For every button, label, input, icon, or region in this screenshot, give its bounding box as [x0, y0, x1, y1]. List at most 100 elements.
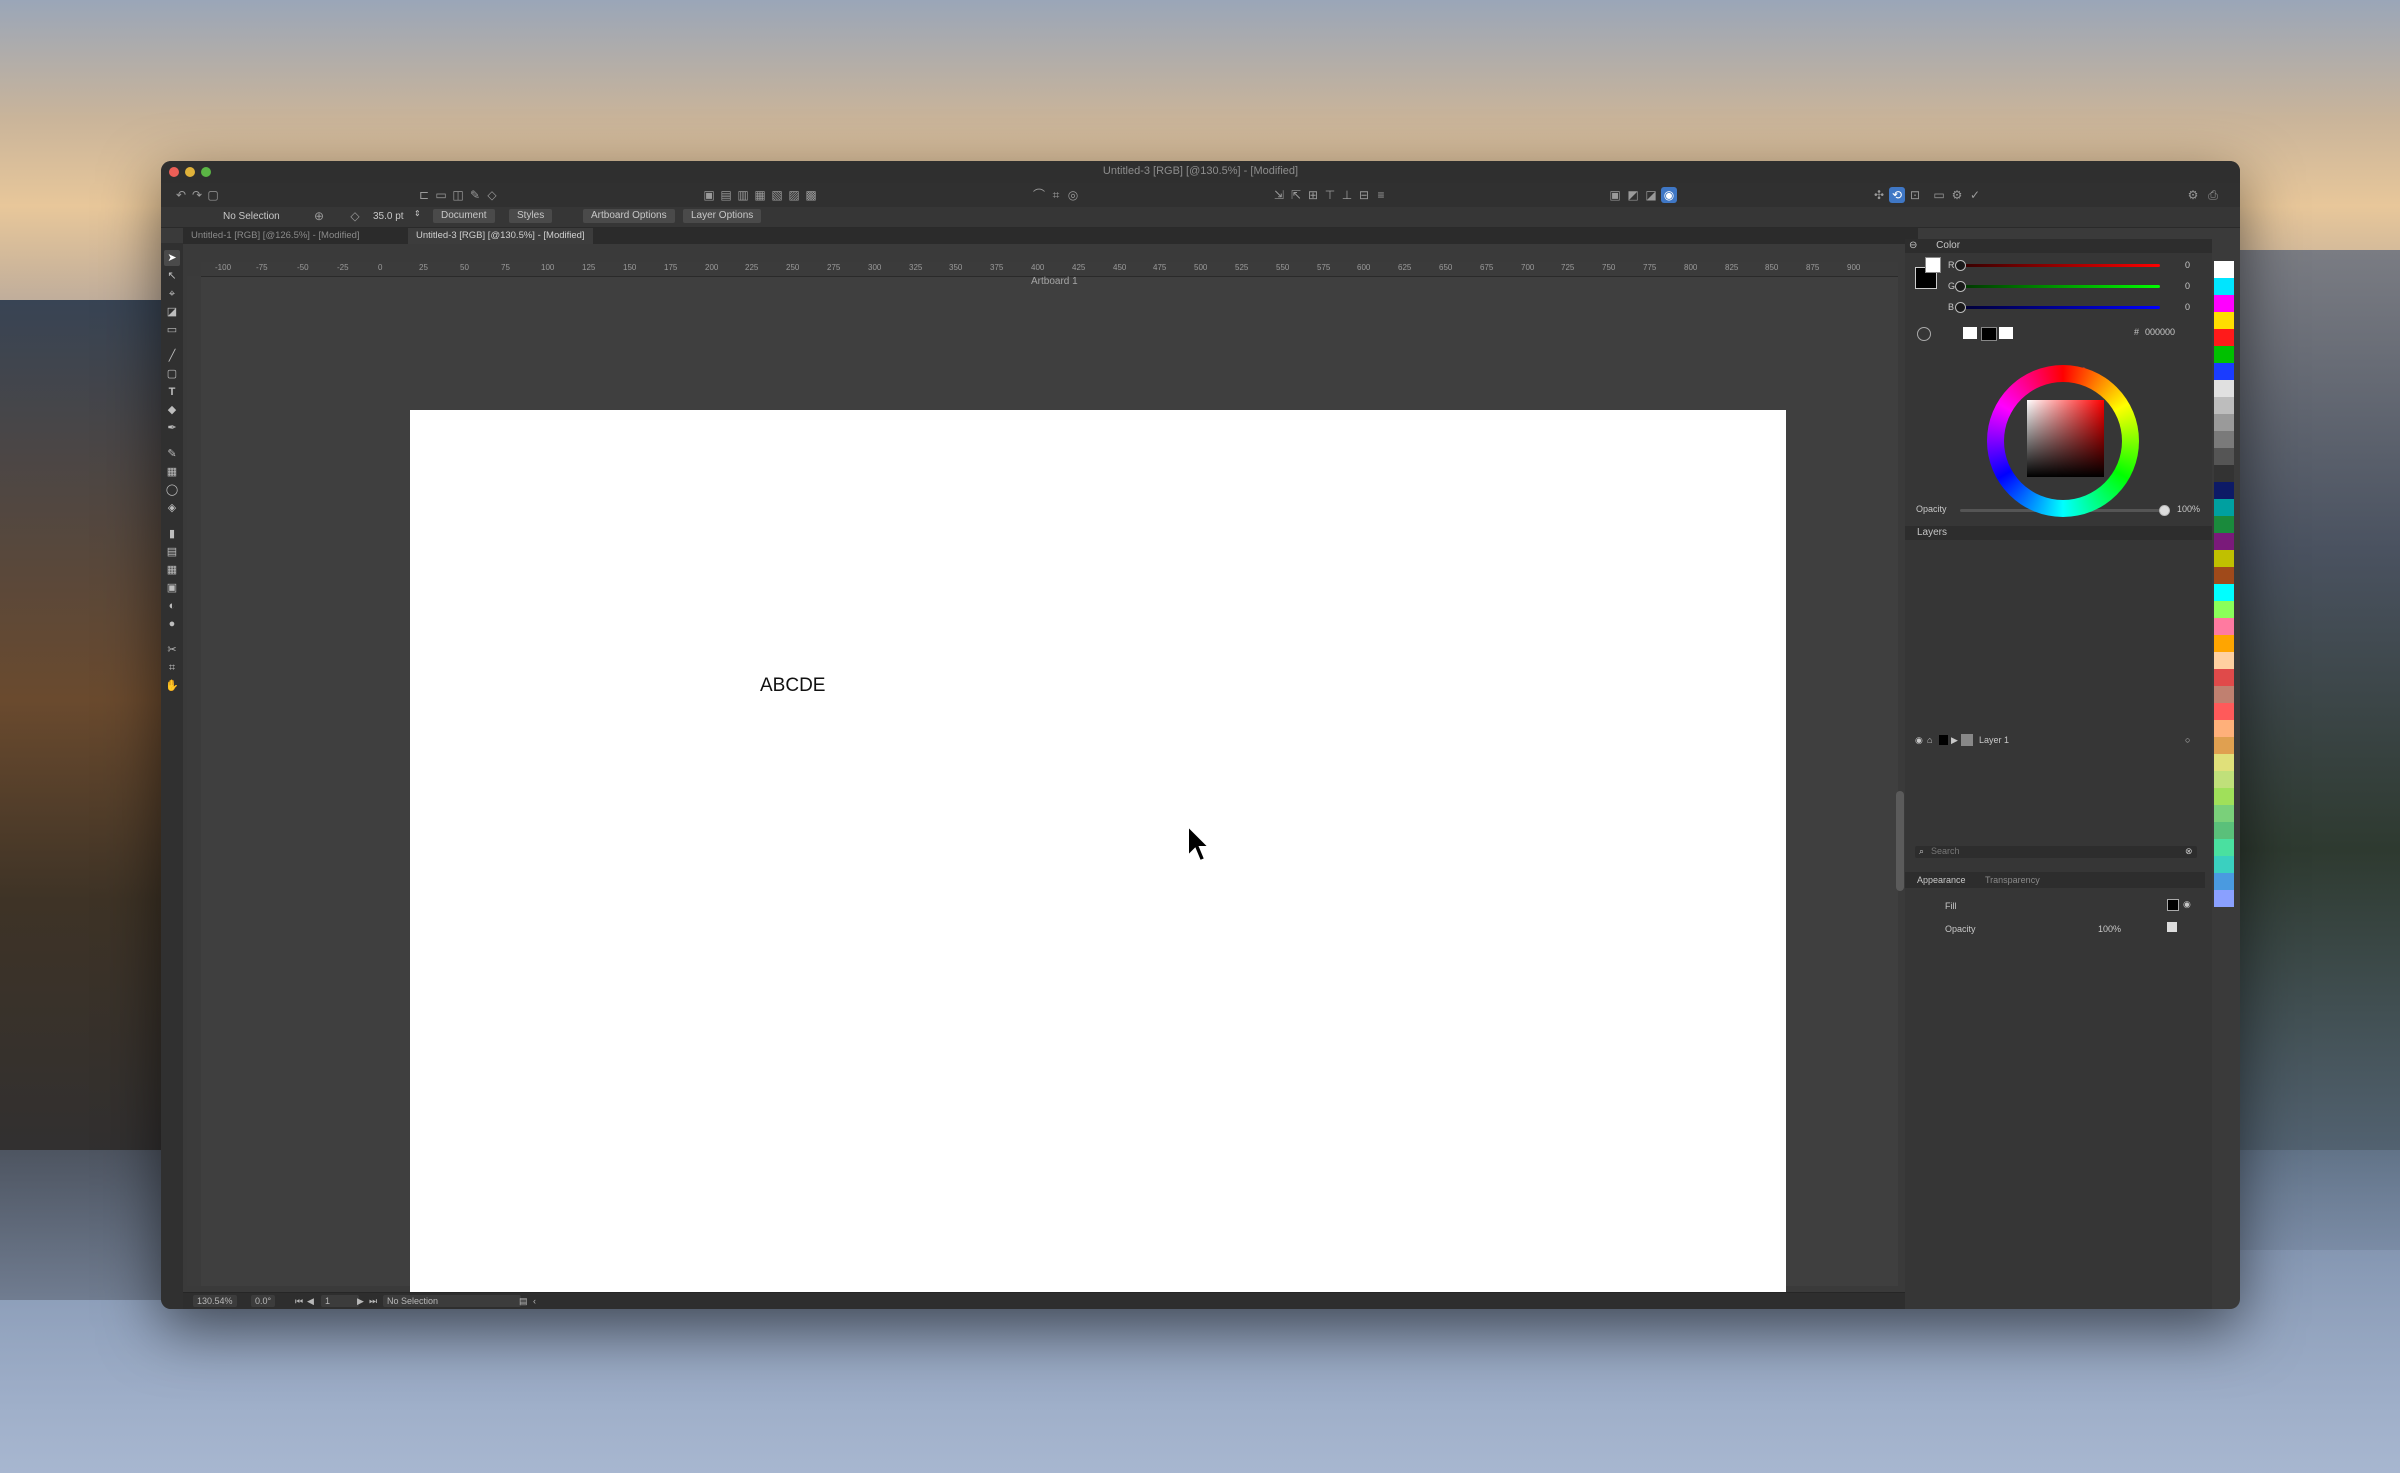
- export-icon[interactable]: ⇲: [1271, 187, 1287, 203]
- lock-icon[interactable]: ⌂: [1927, 735, 1932, 745]
- guides-icon[interactable]: ▭: [1931, 187, 1947, 203]
- align-bottom-icon[interactable]: ⊟: [1356, 187, 1372, 203]
- expand-layer-icon[interactable]: ▶: [1951, 735, 1958, 746]
- folder-icon[interactable]: ▭: [433, 187, 449, 203]
- text-tool-icon[interactable]: T: [164, 384, 180, 400]
- appearance-fill-swatch[interactable]: [2167, 899, 2179, 911]
- table-tool-icon[interactable]: ▦: [164, 562, 180, 578]
- tab-untitled-1[interactable]: Untitled-1 [RGB] [@126.5%] - [Modified]: [183, 228, 368, 244]
- contour-tool-icon[interactable]: ⌖: [164, 286, 180, 302]
- target-icon[interactable]: ◎: [1065, 187, 1081, 203]
- first-page-icon[interactable]: ⏮: [295, 1295, 303, 1307]
- next-page-icon[interactable]: ▶: [357, 1295, 364, 1307]
- scroll-left-icon[interactable]: ‹: [533, 1295, 536, 1307]
- redo-icon[interactable]: ↷: [189, 187, 205, 203]
- node-tool-icon[interactable]: ↖: [164, 268, 180, 284]
- pen-tool-icon[interactable]: ✒: [164, 420, 180, 436]
- layer-row[interactable]: ◉ ⌂ ▶ Layer 1 ○: [1905, 732, 2205, 749]
- grid-snap-icon[interactable]: ⊡: [1907, 187, 1923, 203]
- zoom-select[interactable]: 130.54%: [193, 1295, 237, 1307]
- gradient-tool-icon[interactable]: ▮: [164, 526, 180, 542]
- r-slider[interactable]: [1960, 264, 2160, 267]
- crop-icon[interactable]: ⌗: [1048, 187, 1064, 203]
- search-input[interactable]: Search: [1931, 846, 1960, 856]
- settings-icon[interactable]: ⚙: [1949, 187, 1965, 203]
- ellipse-tool-icon[interactable]: ◯: [164, 482, 180, 498]
- color-mode-icon[interactable]: [1917, 327, 1931, 341]
- undo-icon[interactable]: ↶: [173, 187, 189, 203]
- vertical-scrollbar[interactable]: [1896, 791, 1904, 891]
- pixel-view-icon[interactable]: ◪: [1643, 187, 1659, 203]
- document-button[interactable]: Document: [433, 209, 495, 223]
- opacity-slider-knob[interactable]: [2159, 505, 2170, 516]
- b-slider[interactable]: [1960, 306, 2160, 309]
- g-value[interactable]: 0: [2185, 281, 2190, 291]
- fill-tool-icon[interactable]: ◆: [164, 402, 180, 418]
- move-tool-icon[interactable]: ➤: [164, 250, 180, 266]
- retina-view-icon[interactable]: ◉: [1661, 187, 1677, 203]
- boolean-divide-icon[interactable]: ▧: [769, 187, 785, 203]
- b-value[interactable]: 0: [2185, 302, 2190, 312]
- point-transform-icon[interactable]: ◇: [347, 208, 363, 224]
- assistant-icon[interactable]: ✓: [1967, 187, 1983, 203]
- size-stepper[interactable]: ⇕: [414, 209, 421, 218]
- ungroup-icon[interactable]: ▩: [803, 187, 819, 203]
- node-icon[interactable]: ◇: [484, 187, 500, 203]
- tab-transparency[interactable]: Transparency: [1985, 875, 2040, 885]
- knife-tool-icon[interactable]: ✂: [164, 642, 180, 658]
- corner-tool-icon[interactable]: ◪: [164, 304, 180, 320]
- none-swatch[interactable]: [1963, 327, 1977, 339]
- preferences-icon[interactable]: ⚙: [2185, 187, 2201, 203]
- print-icon[interactable]: ⎙: [2205, 187, 2221, 203]
- erase-tool-icon[interactable]: ◐: [164, 598, 180, 614]
- boolean-union-icon[interactable]: ▣: [701, 187, 717, 203]
- transform-icon[interactable]: ◫: [450, 187, 466, 203]
- g-slider[interactable]: [1960, 285, 2160, 288]
- align-left-icon[interactable]: ⊏: [416, 187, 432, 203]
- stroke-swatch[interactable]: [1925, 257, 1941, 273]
- vector-brush-icon[interactable]: ▦: [164, 464, 180, 480]
- tab-untitled-3[interactable]: Untitled-3 [RGB] [@130.5%] - [Modified]: [408, 228, 593, 244]
- view-mode-icon[interactable]: ▣: [1607, 187, 1623, 203]
- align-top-icon[interactable]: ⊤: [1322, 187, 1338, 203]
- artboard-tool-icon[interactable]: ▭: [164, 322, 180, 338]
- last-page-icon[interactable]: ⏭: [369, 1295, 377, 1307]
- visibility-icon[interactable]: ◉: [1915, 735, 1923, 746]
- boolean-xor-icon[interactable]: ▦: [752, 187, 768, 203]
- artboard[interactable]: ABCDE: [410, 410, 1786, 1309]
- white-swatch[interactable]: [1999, 327, 2013, 339]
- distribute-icon[interactable]: ⊞: [1305, 187, 1321, 203]
- rotation-select[interactable]: 0.0°: [251, 1295, 276, 1307]
- canvas-area[interactable]: ABCDE: [201, 277, 1898, 1309]
- crosshair-icon[interactable]: ⊕: [311, 208, 327, 224]
- color-picker-icon[interactable]: ●: [164, 616, 180, 632]
- tab-appearance[interactable]: Appearance: [1917, 875, 1966, 885]
- clipboard-icon[interactable]: ▢: [205, 187, 221, 203]
- layer-target-icon[interactable]: ○: [2185, 735, 2190, 745]
- search-clear-icon[interactable]: ⊗: [2185, 846, 2193, 857]
- boolean-subtract-icon[interactable]: ▤: [718, 187, 734, 203]
- snap-icon[interactable]: ✣: [1871, 187, 1887, 203]
- link-icon[interactable]: ⇱: [1288, 187, 1304, 203]
- pencil-tool-icon[interactable]: ╱: [164, 348, 180, 364]
- b-slider-knob[interactable]: [1955, 302, 1966, 313]
- align-middle-icon[interactable]: ⊥: [1339, 187, 1355, 203]
- appearance-opacity-swatch[interactable]: [2167, 922, 2177, 932]
- styles-button[interactable]: Styles: [509, 209, 553, 223]
- hex-field[interactable]: 000000: [2145, 327, 2175, 337]
- group-icon[interactable]: ▨: [786, 187, 802, 203]
- artboard-text[interactable]: ABCDE: [760, 675, 825, 697]
- page-select[interactable]: 1: [321, 1295, 359, 1307]
- selection-select[interactable]: No Selection: [383, 1295, 521, 1307]
- layer-options-button[interactable]: Layer Options: [683, 209, 762, 223]
- r-slider-knob[interactable]: [1955, 260, 1966, 271]
- transparency-tool-icon[interactable]: ▤: [164, 544, 180, 560]
- appearance-opacity-value[interactable]: 100%: [2098, 924, 2121, 934]
- r-value[interactable]: 0: [2185, 260, 2190, 270]
- snapping-toggle-icon[interactable]: ⟲: [1889, 187, 1905, 203]
- g-slider-knob[interactable]: [1955, 281, 1966, 292]
- boolean-intersect-icon[interactable]: ▥: [735, 187, 751, 203]
- prev-page-icon[interactable]: ◀: [307, 1295, 314, 1307]
- pen-edit-icon[interactable]: ✎: [467, 187, 483, 203]
- fill-visibility-icon[interactable]: ◉: [2183, 899, 2191, 910]
